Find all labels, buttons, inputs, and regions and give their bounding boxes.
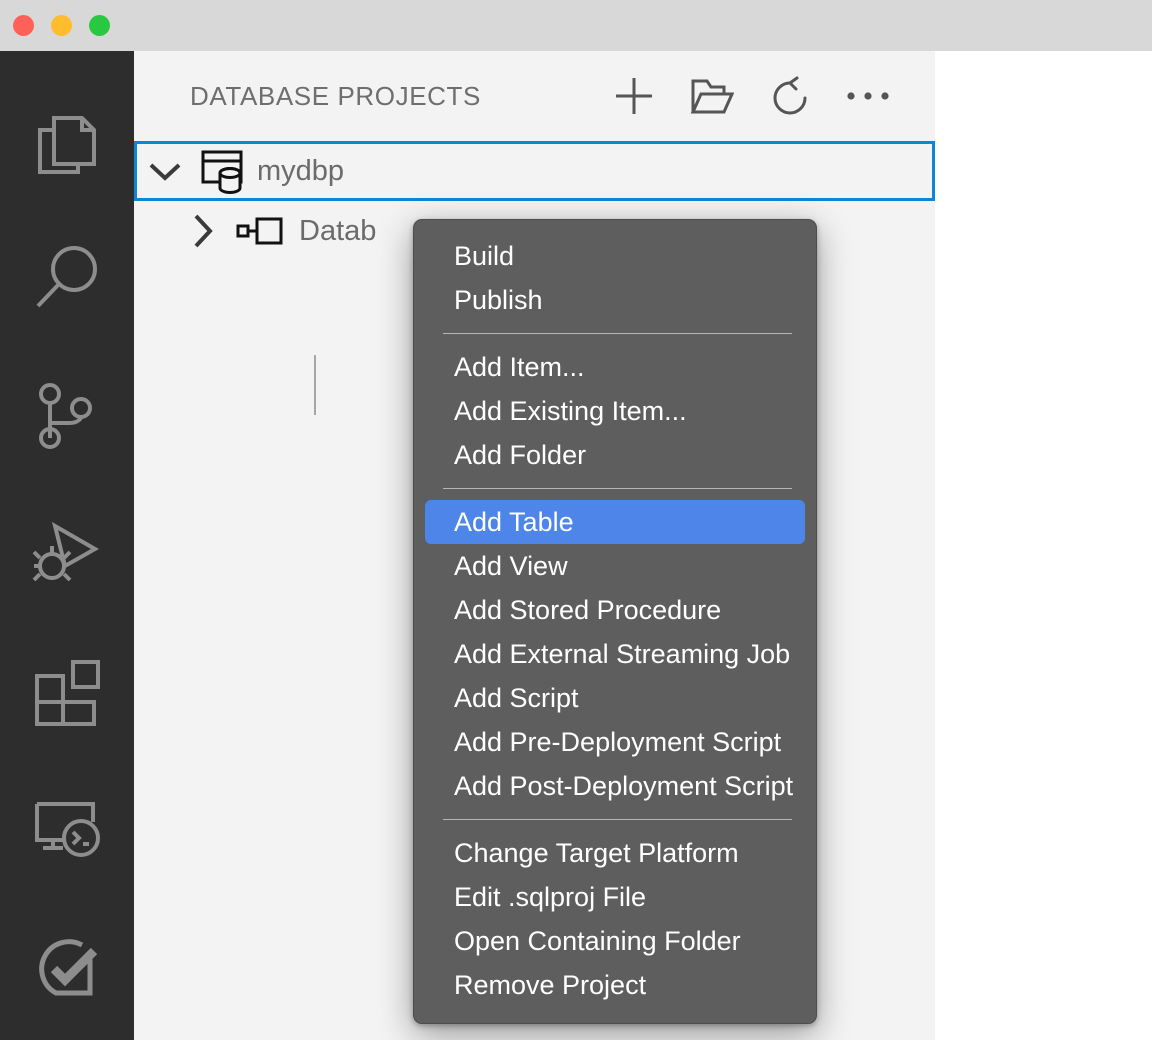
refresh-button[interactable] — [768, 74, 812, 118]
menu-item[interactable]: Edit .sqlproj File — [425, 875, 805, 919]
refresh-icon — [770, 75, 810, 117]
menu-item[interactable]: Add Script — [425, 676, 805, 720]
menu-item[interactable]: Add Existing Item... — [425, 389, 805, 433]
tasks-icon — [32, 933, 102, 1003]
plus-icon — [613, 75, 655, 117]
files-explorer-icon — [32, 104, 102, 176]
menu-separator — [443, 819, 792, 820]
activity-bar-item-connections[interactable] — [0, 761, 134, 899]
tree-row-label: Datab — [293, 215, 376, 248]
editor-area — [935, 51, 1152, 1040]
menu-item[interactable]: Add Table — [425, 500, 805, 544]
database-project-icon — [193, 146, 255, 196]
open-folder-icon — [690, 76, 734, 116]
tree-row[interactable]: mydbp — [134, 141, 935, 201]
more-actions-button[interactable] — [846, 74, 890, 118]
project-context-menu: BuildPublish Add Item...Add Existing Item… — [413, 219, 817, 1024]
menu-item[interactable]: Add External Streaming Job — [425, 632, 805, 676]
menu-item[interactable]: Publish — [425, 278, 805, 322]
maximize-button[interactable] — [89, 15, 110, 36]
application-window: DATABASE PROJECTS — [0, 0, 1152, 1040]
tree-indent-guide — [314, 355, 316, 415]
menu-item[interactable]: Add Post-Deployment Script — [425, 764, 805, 808]
new-database-project-button[interactable] — [612, 74, 656, 118]
activity-bar-item-explorer[interactable] — [0, 71, 134, 209]
open-project-button[interactable] — [690, 74, 734, 118]
window-body: DATABASE PROJECTS — [0, 51, 1152, 1040]
activity-bar-item-search[interactable] — [0, 209, 134, 347]
window-titlebar — [0, 0, 1152, 51]
database-reference-icon — [231, 215, 293, 247]
source-control-icon — [32, 381, 102, 451]
menu-item[interactable]: Add View — [425, 544, 805, 588]
activity-bar — [0, 51, 134, 1040]
extensions-icon — [31, 658, 103, 726]
menu-separator — [443, 333, 792, 334]
search-icon — [32, 243, 102, 313]
menu-item[interactable]: Change Target Platform — [425, 831, 805, 875]
menu-item[interactable]: Remove Project — [425, 963, 805, 1007]
activity-bar-item-extensions[interactable] — [0, 623, 134, 761]
chevron-right-icon[interactable] — [175, 211, 231, 251]
connections-icon — [31, 798, 103, 862]
run-and-debug-icon — [31, 518, 103, 590]
menu-separator — [443, 488, 792, 489]
sidebar-header: DATABASE PROJECTS — [134, 51, 935, 141]
sidebar-toolbar — [612, 51, 890, 141]
menu-item[interactable]: Add Pre-Deployment Script — [425, 720, 805, 764]
activity-bar-item-tasks[interactable] — [0, 899, 134, 1037]
chevron-down-icon[interactable] — [137, 159, 193, 183]
activity-bar-item-source-control[interactable] — [0, 347, 134, 485]
close-button[interactable] — [13, 15, 34, 36]
traffic-lights — [13, 0, 110, 51]
menu-item[interactable]: Add Stored Procedure — [425, 588, 805, 632]
menu-item[interactable]: Add Folder — [425, 433, 805, 477]
tree-row-label: mydbp — [255, 155, 344, 188]
minimize-button[interactable] — [51, 15, 72, 36]
more-actions-icon — [846, 89, 890, 103]
menu-item[interactable]: Open Containing Folder — [425, 919, 805, 963]
menu-item[interactable]: Build — [425, 234, 805, 278]
activity-bar-item-run-and-debug[interactable] — [0, 485, 134, 623]
page-title: DATABASE PROJECTS — [190, 81, 481, 112]
menu-item[interactable]: Add Item... — [425, 345, 805, 389]
